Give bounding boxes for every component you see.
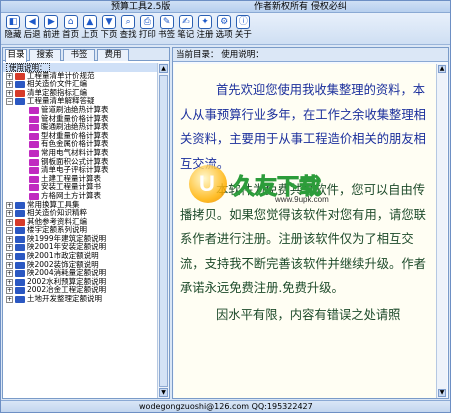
- book-icon: [15, 72, 25, 80]
- print-icon: ⎙: [140, 15, 155, 29]
- book-icon: [29, 106, 39, 114]
- current-directory-bar: 当前目录： 使用说明：: [173, 48, 448, 62]
- tree-expander-icon[interactable]: +: [6, 253, 13, 261]
- paragraph-license: 本软件为免费共享软件，您可以自由传播拷贝。如果您觉得该软件对您有用，请您联系作者…: [180, 183, 426, 295]
- tree-expander-icon[interactable]: −: [6, 227, 13, 235]
- title-bar: 预算工具2.5版 作者新权所有 侵权必纠: [1, 1, 450, 13]
- tree-expander-icon[interactable]: +: [6, 235, 13, 243]
- prev-page-icon: ▲: [82, 15, 97, 29]
- document-content: 首先欢迎您使用我收集整理的资料，本人从事预算行业多年，在工作之余收集整理相关资料…: [174, 64, 436, 398]
- tree-expander-icon[interactable]: +: [6, 278, 13, 286]
- status-text: wodegongzuoshi@126.com QQ:195322427: [139, 402, 313, 411]
- book-icon: [15, 98, 25, 106]
- paragraph-intro: 首先欢迎您使用我收集整理的资料，本人从事预算行业多年，在工作之余收集整理相关资料…: [180, 83, 426, 171]
- tree-expander-icon[interactable]: +: [6, 270, 13, 278]
- book-icon: [29, 158, 39, 166]
- book-icon: [29, 132, 39, 140]
- tree-expander-icon[interactable]: +: [6, 296, 13, 304]
- scroll-thumb[interactable]: [159, 75, 168, 387]
- book-icon: [15, 270, 25, 278]
- tab-bookmarks[interactable]: 书签: [63, 49, 95, 61]
- toolbar-button-12[interactable]: ⓘ 关于: [233, 15, 253, 45]
- about-icon: ⓘ: [236, 15, 251, 29]
- toolbar-button-label: 关于: [234, 30, 252, 40]
- book-icon: [15, 227, 25, 235]
- tree-expander-icon[interactable]: +: [6, 261, 13, 269]
- book-icon: [15, 235, 25, 243]
- tree-expander-icon[interactable]: −: [6, 98, 13, 106]
- book-icon: [15, 89, 25, 97]
- content-scroll-down-icon[interactable]: ▼: [438, 389, 446, 397]
- forward-icon: ▶: [44, 15, 59, 29]
- tab-contents[interactable]: 目录: [5, 49, 27, 62]
- book-icon: [15, 81, 25, 89]
- tree-expander-icon[interactable]: +: [6, 89, 13, 97]
- book-icon: [29, 141, 39, 149]
- book-icon: [15, 218, 25, 226]
- app-window: 预算工具2.5版 作者新权所有 侵权必纠 ◧ 隐藏 ◀ 后退 ▶ 前进 ⌂ 首页 ▲ 上页 ▼ 下页 ⌕…: [0, 0, 451, 413]
- options-icon: ⚙: [217, 15, 232, 29]
- book-icon: [29, 167, 39, 175]
- contents-tree: 使用说明： + 工程量清单计价规范 + 相关造价文件汇编 + 清单定额指标汇编 − 工程量清单解…: [3, 63, 157, 398]
- note-icon: ✍: [178, 15, 193, 29]
- home-icon: ⌂: [63, 15, 78, 29]
- book-icon: [15, 296, 25, 304]
- book-icon: [15, 244, 25, 252]
- tree-expander-icon[interactable]: +: [6, 81, 13, 89]
- book-icon: [29, 184, 39, 192]
- status-bar: wodegongzuoshi@126.com QQ:195322427: [1, 400, 450, 412]
- tree-expander-icon[interactable]: +: [6, 218, 13, 226]
- book-icon: [15, 287, 25, 295]
- hide-icon: ◧: [6, 15, 20, 29]
- left-tabs: 目录 搜索 书签 费用: [3, 48, 169, 62]
- tree-expander-icon[interactable]: +: [6, 210, 13, 218]
- tree-expander-icon[interactable]: +: [6, 72, 13, 80]
- tree-scrollbar[interactable]: ▲ ▼: [157, 63, 169, 398]
- next-page-icon: ▼: [102, 15, 116, 29]
- tab-search[interactable]: 搜索: [29, 49, 61, 61]
- back-icon: ◀: [25, 15, 40, 29]
- book-icon: [29, 115, 39, 123]
- window-title: 预算工具2.5版: [111, 2, 171, 12]
- scroll-up-icon[interactable]: ▲: [159, 64, 168, 73]
- tree-expander-icon[interactable]: +: [6, 287, 13, 295]
- register-icon: ✦: [198, 15, 212, 29]
- book-icon: [29, 175, 39, 183]
- book-icon: [15, 261, 25, 269]
- scroll-down-icon[interactable]: ▼: [159, 388, 168, 397]
- book-icon: [29, 192, 39, 200]
- right-panel: 当前目录： 使用说明： 首先欢迎您使用我收集整理的资料，本人从事预算行业多年，在…: [172, 47, 449, 399]
- book-icon: [29, 149, 39, 157]
- title-right-text: 作者新权所有 侵权必纠: [254, 2, 347, 12]
- book-icon: [15, 201, 25, 209]
- left-panel: 目录 搜索 书签 费用 使用说明： + 工程量清单计价规范 + 相关造价文件汇编 + 清单定…: [2, 47, 170, 399]
- book-icon: [15, 210, 25, 218]
- content-scroll-up-icon[interactable]: ▲: [438, 65, 446, 73]
- book-icon: [29, 124, 39, 132]
- book-icon: [15, 253, 25, 261]
- book-icon: [15, 278, 25, 286]
- tab-fees[interactable]: 费用: [97, 49, 129, 61]
- paragraph-note: 因水平有限，内容有错误之处请照: [216, 307, 401, 322]
- tree-expander-icon[interactable]: +: [6, 201, 13, 209]
- tree-item-label: 土地开发整理定额说明: [27, 294, 102, 304]
- content-scrollbar[interactable]: ▲ ▼: [436, 64, 447, 398]
- tree-expander-icon[interactable]: +: [6, 244, 13, 252]
- tree-item[interactable]: + 土地开发整理定额说明: [3, 294, 157, 304]
- bookmark-icon: ✎: [159, 15, 174, 29]
- toolbar: ◧ 隐藏 ◀ 后退 ▶ 前进 ⌂ 首页 ▲ 上页 ▼ 下页 ⌕ 查找 ⎙ 打印 ✎ 书签 ✍ 笔记 ✦ 注册 ⚙ 选项 ⓘ 关于: [1, 13, 450, 45]
- find-icon: ⌕: [121, 15, 136, 29]
